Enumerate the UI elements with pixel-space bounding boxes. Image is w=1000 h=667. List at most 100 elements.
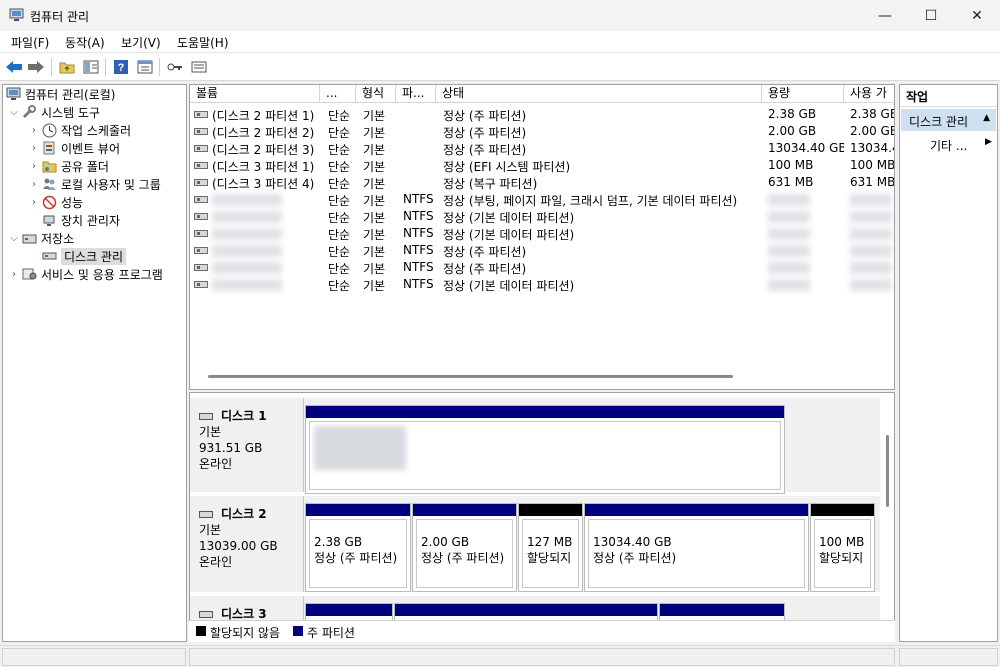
cell-type: 기본 bbox=[363, 228, 386, 242]
table-row[interactable]: (디스크 2 파티션 3) 단순 기본 정상 (주 파티션) 13034.40 GB 13… bbox=[190, 140, 894, 157]
menu-view[interactable]: 보기(V) bbox=[121, 34, 161, 51]
chevron-right-icon[interactable]: › bbox=[7, 269, 21, 280]
cell-status: 정상 (EFI 시스템 파티션) bbox=[443, 160, 571, 174]
chevron-down-icon[interactable]: ⌵ bbox=[7, 233, 21, 244]
partition-size: 127 MB bbox=[527, 535, 573, 549]
tree-item-event-viewer[interactable]: › 이벤트 뷰어 bbox=[27, 139, 120, 157]
menu-action[interactable]: 동작(A) bbox=[65, 34, 105, 51]
chevron-right-icon[interactable]: › bbox=[27, 161, 41, 172]
tree-label: 작업 스케줄러 bbox=[61, 123, 132, 138]
tree-label: 성능 bbox=[61, 195, 84, 210]
cell-free: 2.00 GB bbox=[850, 124, 895, 138]
column-header-status[interactable]: 상태 bbox=[436, 85, 762, 103]
disk-info[interactable]: 디스크 1 기본 931.51 GB 온라인 bbox=[190, 398, 304, 492]
column-header-free[interactable]: 사용 가 bbox=[844, 85, 894, 103]
show-hide-tree-icon[interactable] bbox=[81, 57, 101, 77]
menu-bar: 파일(F) 동작(A) 보기(V) 도움말(H) bbox=[0, 31, 1000, 53]
table-row[interactable]: (디스크 3 파티션 4) 단순 기본 정상 (복구 파티션) 631 MB 631 MB bbox=[190, 174, 895, 191]
partition-bar bbox=[395, 604, 657, 616]
tree-item-shared-folders[interactable]: › 공유 폴더 bbox=[27, 157, 109, 175]
up-folder-icon[interactable] bbox=[57, 57, 77, 77]
cell-type: 기본 bbox=[363, 245, 386, 259]
chevron-right-icon[interactable]: › bbox=[27, 197, 41, 208]
menu-help[interactable]: 도움말(H) bbox=[177, 34, 229, 51]
table-row[interactable]: 단순 기본 NTFS 정상 (기본 데이터 파티션) bbox=[190, 225, 894, 242]
cell-capacity: 2.38 GB bbox=[768, 107, 817, 121]
status-cell bbox=[899, 648, 998, 666]
submenu-arrow-icon[interactable]: ▶ bbox=[985, 137, 992, 147]
action-section-disk-management[interactable]: 디스크 관리 ▲ bbox=[901, 109, 996, 131]
tree-item-task-scheduler[interactable]: › 작업 스케줄러 bbox=[27, 121, 131, 139]
chevron-right-icon[interactable]: › bbox=[27, 179, 41, 190]
volume-icon bbox=[194, 230, 208, 237]
cell-free bbox=[850, 262, 892, 274]
disk-map: 디스크 1 기본 931.51 GB 온라인 디스크 2 기본 13039.00… bbox=[189, 392, 895, 642]
table-row[interactable]: (디스크 3 파티션 1) 단순 기본 정상 (EFI 시스템 파티션) 100 MB 1… bbox=[190, 157, 894, 174]
action-more-actions[interactable]: 기타 ... bbox=[930, 137, 967, 154]
column-header-filesystem[interactable]: 파... bbox=[396, 85, 436, 103]
cell-type: 기본 bbox=[363, 279, 386, 293]
vertical-scrollbar[interactable] bbox=[886, 435, 889, 507]
column-header-type[interactable]: 형식 bbox=[356, 85, 396, 103]
partition-block[interactable]: 127 MB 할당되지 bbox=[518, 503, 583, 592]
cell-volume bbox=[212, 279, 282, 291]
navigation-tree: 컴퓨터 관리(로컬) ⌵ 시스템 도구 › 작업 스케줄러 › 이벤트 뷰어 ›… bbox=[2, 84, 187, 642]
close-button[interactable]: ✕ bbox=[954, 0, 1000, 31]
cell-capacity bbox=[768, 211, 810, 223]
chevron-down-icon[interactable]: ⌵ bbox=[7, 107, 21, 118]
horizontal-scrollbar[interactable] bbox=[208, 375, 733, 378]
tree-item-root[interactable]: 컴퓨터 관리(로컬) bbox=[5, 85, 115, 103]
partition-block[interactable]: 100 MB 할당되지 bbox=[810, 503, 875, 592]
tree-item-storage[interactable]: ⌵ 저장소 bbox=[7, 229, 74, 247]
menu-file[interactable]: 파일(F) bbox=[11, 34, 49, 51]
tree-label: 이벤트 뷰어 bbox=[61, 141, 121, 156]
column-header-capacity[interactable]: 용량 bbox=[762, 85, 844, 103]
cell-capacity bbox=[768, 262, 810, 274]
table-row[interactable]: 단순 기본 NTFS 정상 (기본 데이터 파티션) bbox=[190, 276, 894, 293]
partition-block[interactable]: 2.38 GB 정상 (주 파티션) bbox=[305, 503, 411, 592]
partition-block[interactable] bbox=[305, 405, 785, 494]
tree-item-system-tools[interactable]: ⌵ 시스템 도구 bbox=[7, 103, 100, 121]
back-arrow-icon[interactable] bbox=[4, 57, 24, 77]
table-row[interactable]: 단순 기본 NTFS 정상 (주 파티션) bbox=[190, 242, 894, 259]
chevron-right-icon[interactable]: › bbox=[27, 125, 41, 136]
tree-item-services[interactable]: › 서비스 및 응용 프로그램 bbox=[7, 265, 163, 283]
disk-size: 13039.00 GB bbox=[199, 539, 278, 553]
tree-item-local-users[interactable]: › 로컬 사용자 및 그룹 bbox=[27, 175, 161, 193]
table-row[interactable]: 단순 기본 NTFS 정상 (주 파티션) bbox=[190, 259, 894, 276]
column-header-volume[interactable]: 볼륨 bbox=[190, 85, 320, 103]
cell-volume: (디스크 2 파티션 2) bbox=[212, 126, 315, 140]
table-row[interactable]: 단순 기본 NTFS 정상 (부팅, 페이지 파일, 크래시 덤프, 기본 데이터 파… bbox=[190, 191, 894, 208]
partition-block[interactable]: 2.00 GB 정상 (주 파티션) bbox=[412, 503, 517, 592]
collapse-up-icon[interactable]: ▲ bbox=[983, 113, 990, 123]
cell-status: 정상 (주 파티션) bbox=[443, 126, 527, 140]
cell-status: 정상 (부팅, 페이지 파일, 크래시 덤프, 기본 데이터 파티션) bbox=[443, 194, 738, 208]
cell-status: 정상 (주 파티션) bbox=[443, 262, 527, 276]
cell-free bbox=[850, 194, 892, 206]
tree-item-device-manager[interactable]: 장치 관리자 bbox=[41, 211, 120, 229]
table-row[interactable]: (디스크 2 파티션 2) 단순 기본 정상 (주 파티션) 2.00 GB 2.00 G… bbox=[190, 123, 895, 140]
key-icon[interactable] bbox=[165, 57, 185, 77]
cell-capacity bbox=[768, 245, 810, 257]
table-row[interactable]: 단순 기본 NTFS 정상 (기본 데이터 파티션) bbox=[190, 208, 894, 225]
tree-item-disk-management[interactable]: 디스크 관리 bbox=[41, 247, 127, 265]
forward-arrow-icon[interactable] bbox=[26, 57, 46, 77]
maximize-button[interactable]: ☐ bbox=[908, 0, 954, 31]
tree-item-performance[interactable]: › 성능 bbox=[27, 193, 83, 211]
column-header-layout[interactable]: ... bbox=[320, 85, 356, 103]
cell-filesystem: NTFS bbox=[403, 277, 434, 291]
minimize-button[interactable]: — bbox=[862, 0, 908, 31]
volume-icon bbox=[194, 111, 208, 118]
table-row[interactable]: (디스크 2 파티션 1) 단순 기본 정상 (주 파티션) 2.38 GB 2.38 G… bbox=[190, 106, 894, 123]
help-icon[interactable]: ? bbox=[111, 57, 131, 77]
list-icon[interactable] bbox=[189, 57, 209, 77]
cell-type: 기본 bbox=[363, 177, 386, 191]
properties-icon[interactable] bbox=[135, 57, 155, 77]
partition-block[interactable]: 13034.40 GB 정상 (주 파티션) bbox=[584, 503, 809, 592]
services-icon bbox=[21, 266, 37, 282]
disk-info[interactable]: 디스크 2 기본 13039.00 GB 온라인 bbox=[190, 496, 304, 592]
partition-size: 2.38 GB bbox=[314, 535, 363, 549]
cell-status: 정상 (주 파티션) bbox=[443, 109, 527, 123]
cell-free: 631 MB bbox=[850, 175, 895, 189]
chevron-right-icon[interactable]: › bbox=[27, 143, 41, 154]
